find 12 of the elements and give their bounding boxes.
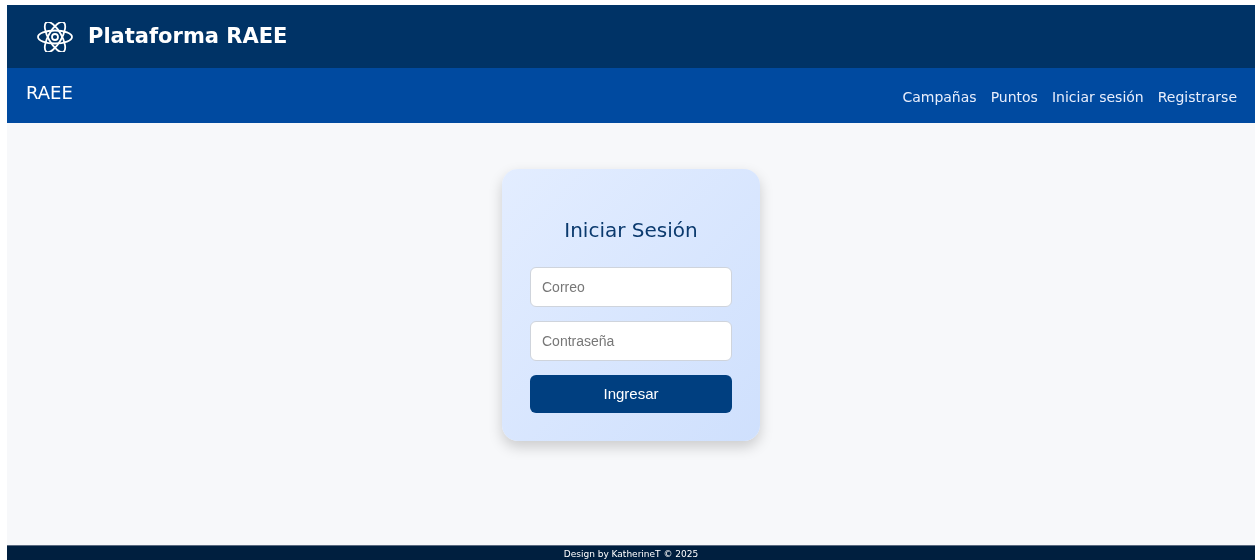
input-field[interactable]: Correo (530, 267, 732, 307)
brand-link[interactable]: RAEE (26, 68, 73, 123)
login-button[interactable]: Ingresar (530, 375, 732, 413)
input-field[interactable]: Contraseña (530, 321, 732, 361)
nav-link[interactable]: Iniciar sesión (1051, 87, 1144, 123)
login-title: Iniciar Sesión (564, 217, 698, 244)
nav-link[interactable]: Registrarse (1157, 87, 1237, 123)
nav-link[interactable]: Puntos (990, 87, 1038, 123)
atom-icon (36, 21, 74, 52)
nav-link[interactable]: Campañas (902, 87, 977, 123)
footer-text: Design by KatherineT © 2025 (563, 549, 699, 560)
site-title: Plataforma RAEE (88, 22, 288, 50)
